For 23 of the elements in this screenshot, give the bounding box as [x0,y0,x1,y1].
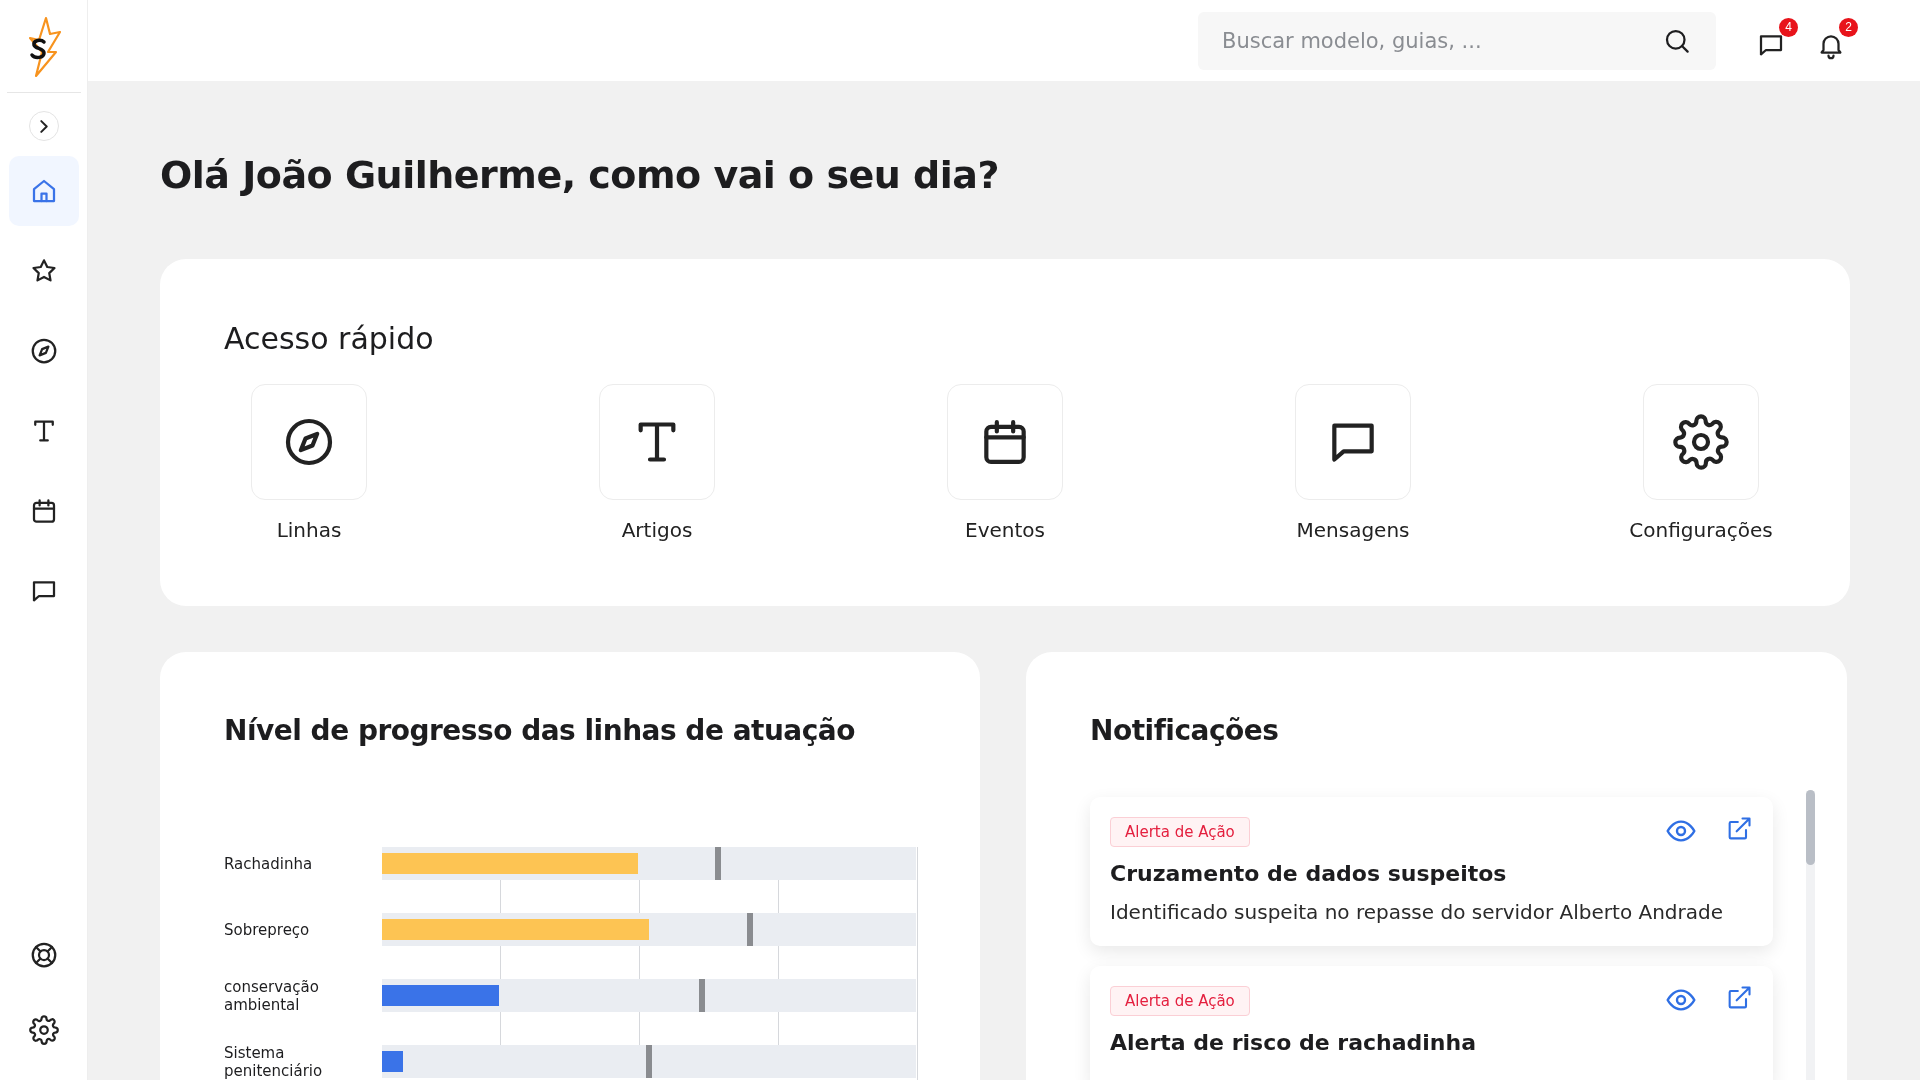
row-label: Rachadinha [224,854,314,873]
row-label: Sistema penitenciário [224,1043,324,1080]
message-count-badge: 4 [1779,17,1798,37]
settings-icon [28,1015,59,1045]
messages-button[interactable]: 4 [1752,17,1798,64]
notification-count-badge: 2 [1839,17,1858,37]
section-title: Notificações [1090,714,1280,747]
row-label: Sobrepreço [224,920,311,939]
settings-icon [1673,414,1729,470]
row-label: conservação ambiental [224,977,320,1014]
expand-sidebar-button[interactable] [28,111,59,141]
greeting-heading: Olá João Guilherme, como vai o seu dia? [160,153,1000,197]
section-title: Nível de progresso das linhas de atuação [224,714,856,747]
scrollbar[interactable] [1806,790,1815,1080]
notification-title: Cruzamento de dados suspeitos [1110,861,1508,886]
alert-tag: Alerta de Ação [1110,986,1250,1016]
search-field[interactable]: Buscar modelo, guias, ... [1198,11,1716,70]
notifications-button[interactable]: 2 [1812,17,1858,64]
section-title: Acesso rápido [224,321,435,356]
notification-title: Alerta de risco de rachadinha [1110,1030,1478,1055]
alert-tag: Alerta de Ação [1110,817,1250,847]
chevron-icon [39,119,48,133]
notification-description: Identificado suspeita no repasse do servidor Alberto Andrade [1110,900,1725,924]
